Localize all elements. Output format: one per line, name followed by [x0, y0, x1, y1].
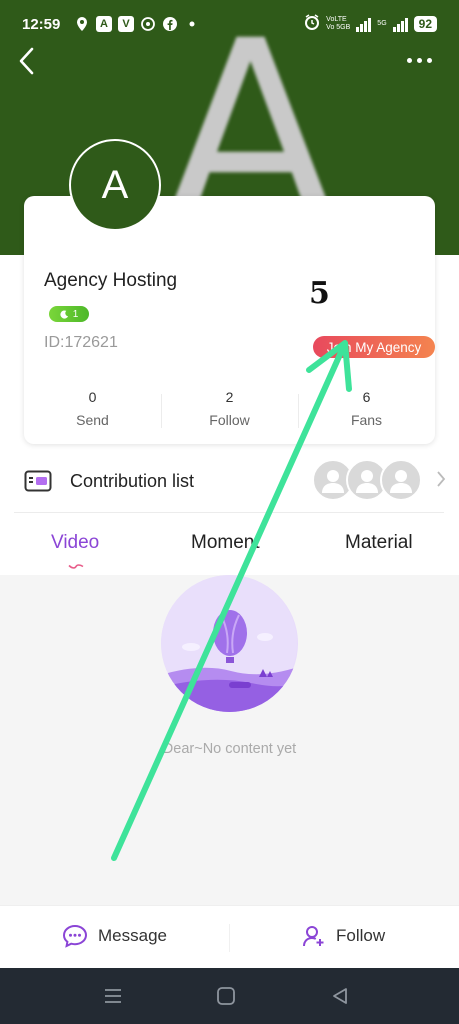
system-status: VoLTE Vo 5GB 5G 92 [304, 14, 437, 33]
back-arrow-icon [19, 47, 34, 75]
stat-value: 0 [88, 389, 97, 405]
contributor-avatar-placeholder [380, 459, 422, 501]
status-time: 12:59 [22, 16, 61, 33]
recent-apps-icon[interactable] [103, 986, 123, 1006]
sim2-label: 5G [377, 19, 387, 27]
system-navigation-bar [0, 968, 459, 1024]
signal-bars-1 [356, 16, 372, 32]
app-a-icon: A [96, 16, 112, 32]
app-circle-icon [140, 16, 156, 32]
status-bar: 12:59 A V VoLTE Vo 5GB 5G 92 [0, 0, 459, 44]
message-label: Message [98, 926, 167, 945]
stat-value: 6 [362, 389, 371, 405]
join-agency-button[interactable]: Join My Agency [313, 336, 435, 358]
message-button[interactable]: Message [62, 924, 167, 948]
stat-send[interactable]: 0 Send [24, 389, 161, 433]
tab-video[interactable]: Video [51, 532, 99, 554]
contribution-label: Contribution list [70, 471, 195, 491]
home-icon[interactable] [216, 986, 236, 1006]
level-value: 1 [72, 308, 79, 320]
annotation-step-number: 5 [309, 276, 330, 311]
more-options-button[interactable] [407, 52, 437, 68]
follow-label: Follow [336, 926, 386, 945]
stat-follow[interactable]: 2 Follow [161, 389, 298, 433]
bottom-action-bar: Message Follow [0, 905, 459, 968]
moon-icon [60, 309, 68, 319]
signal-bars-2 [392, 16, 408, 32]
tab-active-indicator [68, 564, 84, 569]
facebook-icon [162, 16, 178, 32]
divider [14, 512, 444, 513]
content-tabs: Video Moment Material [0, 527, 459, 572]
stat-label: Follow [209, 412, 250, 428]
follow-button[interactable]: Follow [302, 924, 385, 948]
contribution-list-icon [24, 470, 52, 492]
location-icon [74, 16, 90, 32]
back-nav-icon[interactable] [330, 986, 350, 1006]
net2-label: Vo 5GB [326, 23, 351, 31]
profile-name: Agency Hosting [44, 270, 178, 291]
dot-icon [184, 16, 200, 32]
level-badge: 1 [49, 306, 89, 322]
net1-label: VoLTE [326, 15, 347, 23]
back-button[interactable] [14, 44, 42, 78]
contribution-list-row[interactable]: Contribution list [0, 456, 459, 506]
tab-material[interactable]: Material [345, 532, 413, 554]
tab-moment[interactable]: Moment [191, 532, 260, 554]
add-user-icon [303, 926, 324, 947]
more-dots-icon [407, 57, 412, 63]
stat-label: Send [76, 412, 109, 428]
empty-state-text: Dear~No content yet [162, 741, 297, 757]
network-labels: VoLTE Vo 5GB [326, 16, 350, 32]
battery-indicator: 92 [413, 15, 437, 32]
alarm-icon [304, 14, 320, 33]
avatar[interactable]: A [69, 139, 161, 231]
content-area: Dear~No content yet [0, 575, 459, 905]
message-chat-icon [62, 924, 88, 948]
hot-air-balloon-illustration [161, 575, 298, 712]
profile-card: Agency Hosting 1 ID:172621 5 Join My Age… [24, 196, 435, 444]
notification-icons: A V [74, 16, 200, 32]
profile-stats: 0 Send 2 Follow 6 Fans [24, 389, 435, 433]
stat-value: 2 [225, 389, 234, 405]
stat-label: Fans [350, 412, 383, 428]
action-separator [229, 924, 230, 952]
contributor-avatars [312, 459, 422, 503]
chevron-right-icon [436, 470, 446, 493]
app-v-icon: V [118, 16, 134, 32]
user-id: ID:172621 [44, 334, 118, 351]
stat-fans[interactable]: 6 Fans [298, 389, 435, 433]
